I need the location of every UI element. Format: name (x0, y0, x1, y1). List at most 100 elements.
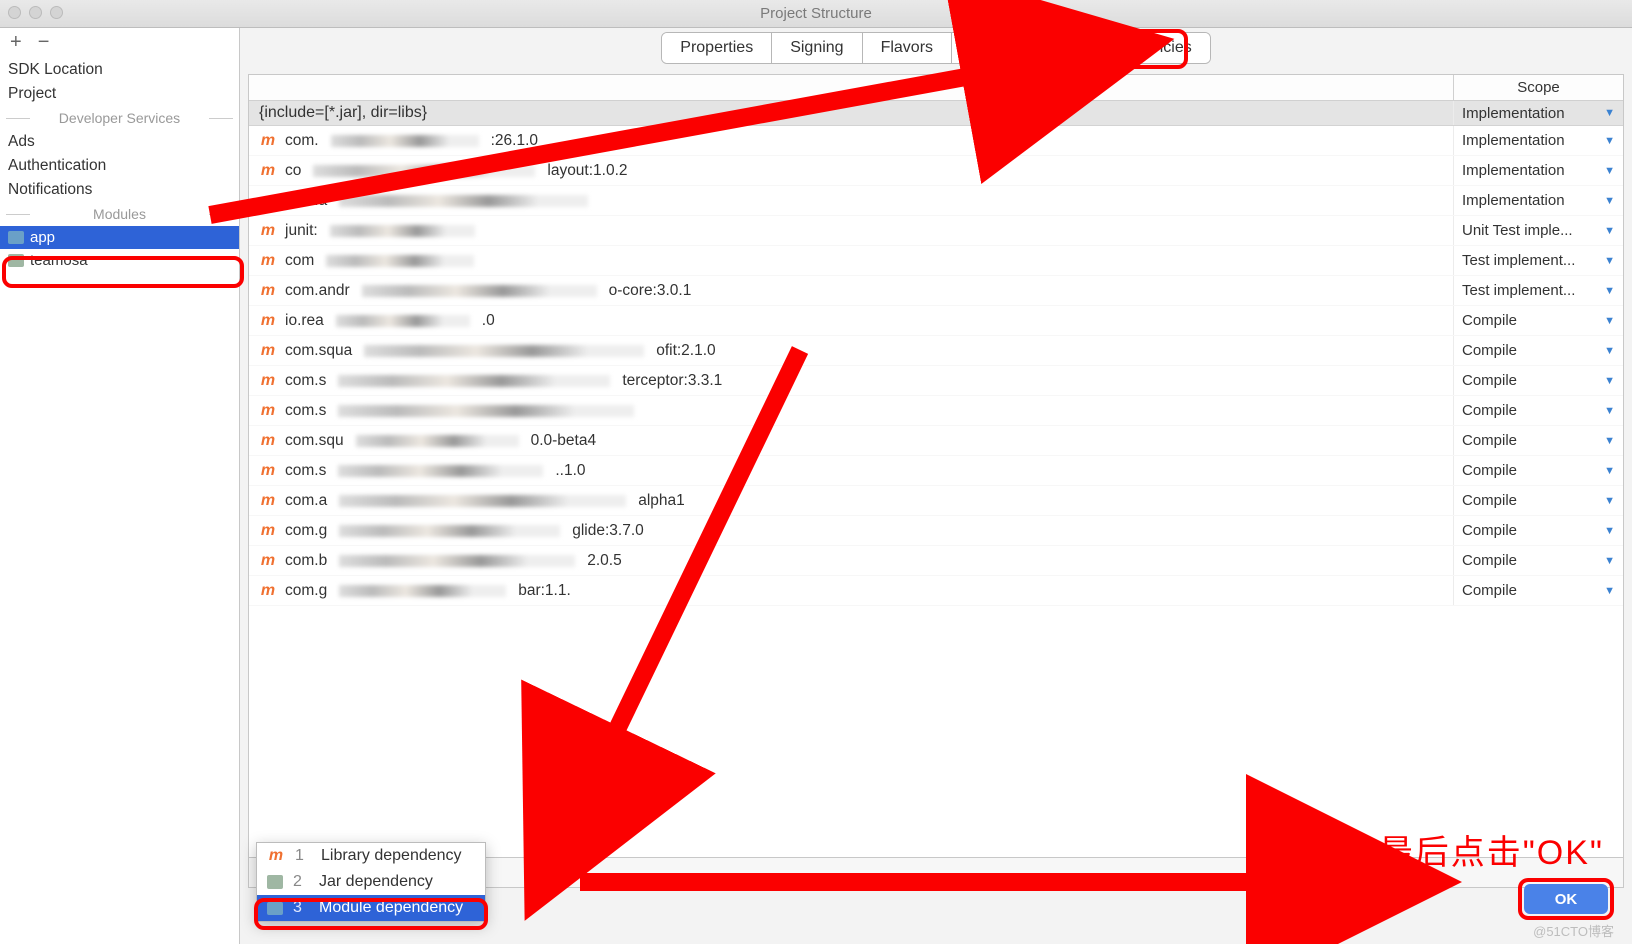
scope-dropdown[interactable]: Compile▼ (1453, 576, 1623, 605)
dependencies-table: Scope {include=[*.jar], dir=libs} Implem… (248, 74, 1624, 888)
module-item-teamosa[interactable]: teamosa (0, 249, 239, 272)
scope-dropdown[interactable]: Implementation▼ (1453, 101, 1623, 125)
popup-item-label: Library dependency (321, 847, 462, 865)
blurred-content (362, 285, 597, 297)
maven-icon: m (259, 192, 277, 210)
dep-prefix: com.g (285, 582, 327, 600)
dep-prefix: com. (285, 132, 319, 150)
table-row[interactable]: mcom.aImplementation▼ (249, 186, 1623, 216)
table-row[interactable]: mcom.sCompile▼ (249, 396, 1623, 426)
blurred-content (364, 345, 644, 357)
table-row[interactable]: mcom.:26.1.0Implementation▼ (249, 126, 1623, 156)
dep-prefix: com.s (285, 462, 326, 480)
popup-item-label: Jar dependency (319, 873, 433, 891)
table-row[interactable]: mcom.andro-core:3.0.1Test implement...▼ (249, 276, 1623, 306)
maven-icon: m (259, 432, 277, 450)
chevron-down-icon: ▼ (1604, 375, 1615, 387)
table-row[interactable]: mcom.gglide:3.7.0Compile▼ (249, 516, 1623, 546)
chevron-down-icon: ▼ (1604, 315, 1615, 327)
popup-item-library-dependency[interactable]: m1Library dependency (257, 843, 485, 869)
module-item-app[interactable]: app (0, 226, 239, 249)
dep-suffix: ofit:2.1.0 (656, 342, 715, 360)
blurred-content (338, 375, 610, 387)
table-row[interactable]: mcolayout:1.0.2Implementation▼ (249, 156, 1623, 186)
tab-signing[interactable]: Signing (772, 33, 862, 63)
table-row[interactable]: {include=[*.jar], dir=libs} Implementati… (249, 101, 1623, 126)
scope-dropdown[interactable]: Compile▼ (1453, 336, 1623, 365)
blurred-content (339, 585, 506, 597)
popup-item-label: Module dependency (319, 899, 463, 917)
chevron-down-icon: ▼ (1604, 555, 1615, 567)
maven-icon: m (259, 252, 277, 270)
blurred-content (330, 225, 475, 237)
sidebar-item-ads[interactable]: Ads (0, 130, 239, 154)
scope-dropdown[interactable]: Test implement...▼ (1453, 246, 1623, 275)
ok-button[interactable]: OK (1524, 884, 1608, 914)
dep-suffix: alpha1 (638, 492, 685, 510)
blurred-content (336, 315, 470, 327)
scope-dropdown[interactable]: Implementation▼ (1453, 156, 1623, 185)
sidebar-item-notifications[interactable]: Notifications (0, 178, 239, 202)
dep-suffix: 2.0.5 (587, 552, 621, 570)
chevron-down-icon: ▼ (1604, 255, 1615, 267)
dep-prefix: com.b (285, 552, 327, 570)
scope-dropdown[interactable]: Implementation▼ (1453, 126, 1623, 155)
blurred-content (326, 255, 474, 267)
table-row[interactable]: mcom.aalpha1Compile▼ (249, 486, 1623, 516)
scope-dropdown[interactable]: Compile▼ (1453, 396, 1623, 425)
sidebar: + − SDK Location Project Developer Servi… (0, 28, 240, 944)
add-icon[interactable]: + (10, 31, 22, 54)
scope-dropdown[interactable]: Compile▼ (1453, 456, 1623, 485)
scope-dropdown[interactable]: Implementation▼ (1453, 186, 1623, 215)
scope-dropdown[interactable]: Test implement...▼ (1453, 276, 1623, 305)
scope-dropdown[interactable]: Unit Test imple...▼ (1453, 216, 1623, 245)
popup-item-jar-dependency[interactable]: 2Jar dependency (257, 869, 485, 895)
table-row[interactable]: mcom.s..1.0Compile▼ (249, 456, 1623, 486)
maven-icon: m (259, 132, 277, 150)
table-row[interactable]: mcom.squaofit:2.1.0Compile▼ (249, 336, 1623, 366)
maven-icon: m (259, 462, 277, 480)
maven-icon: m (267, 847, 285, 865)
maven-icon: m (259, 282, 277, 300)
titlebar: Project Structure (0, 0, 1632, 28)
maven-icon: m (259, 402, 277, 420)
maven-icon: m (259, 162, 277, 180)
module-label: app (30, 229, 55, 246)
dep-prefix: co (285, 162, 301, 180)
blurred-content (339, 195, 588, 207)
chevron-down-icon: ▼ (1604, 435, 1615, 447)
tab-build-types[interactable]: Build Types (952, 33, 1071, 63)
tab-dependencies[interactable]: Dependencies (1071, 33, 1209, 63)
maven-icon: m (259, 372, 277, 390)
sidebar-item-project[interactable]: Project (0, 82, 239, 106)
table-row[interactable]: mcom.gbar:1.1.Compile▼ (249, 576, 1623, 606)
sidebar-item-auth[interactable]: Authentication (0, 154, 239, 178)
scope-dropdown[interactable]: Compile▼ (1453, 426, 1623, 455)
content-area: PropertiesSigningFlavorsBuild TypesDepen… (240, 28, 1632, 944)
table-row[interactable]: mcom.sterceptor:3.3.1Compile▼ (249, 366, 1623, 396)
table-row[interactable]: mcom.b2.0.5Compile▼ (249, 546, 1623, 576)
table-row[interactable]: mcomTest implement...▼ (249, 246, 1623, 276)
chevron-down-icon: ▼ (1604, 195, 1615, 207)
scope-dropdown[interactable]: Compile▼ (1453, 516, 1623, 545)
window-controls[interactable] (8, 6, 63, 19)
scope-dropdown[interactable]: Compile▼ (1453, 306, 1623, 335)
chevron-down-icon: ▼ (1604, 405, 1615, 417)
table-header: Scope (249, 75, 1623, 101)
dep-prefix: io.rea (285, 312, 324, 330)
table-row[interactable]: mio.rea.0Compile▼ (249, 306, 1623, 336)
chevron-down-icon: ▼ (1604, 525, 1615, 537)
popup-item-module-dependency[interactable]: 3Module dependency (257, 895, 485, 921)
sidebar-item-sdk[interactable]: SDK Location (0, 58, 239, 82)
chevron-down-icon: ▼ (1604, 165, 1615, 177)
scope-dropdown[interactable]: Compile▼ (1453, 366, 1623, 395)
scope-dropdown[interactable]: Compile▼ (1453, 486, 1623, 515)
tab-properties[interactable]: Properties (662, 33, 772, 63)
remove-icon[interactable]: − (38, 31, 50, 54)
scope-dropdown[interactable]: Compile▼ (1453, 546, 1623, 575)
chevron-down-icon: ▼ (1604, 465, 1615, 477)
table-row[interactable]: mcom.squ0.0-beta4Compile▼ (249, 426, 1623, 456)
tab-flavors[interactable]: Flavors (863, 33, 952, 63)
table-row[interactable]: mjunit:Unit Test imple...▼ (249, 216, 1623, 246)
dep-suffix: 0.0-beta4 (531, 432, 597, 450)
